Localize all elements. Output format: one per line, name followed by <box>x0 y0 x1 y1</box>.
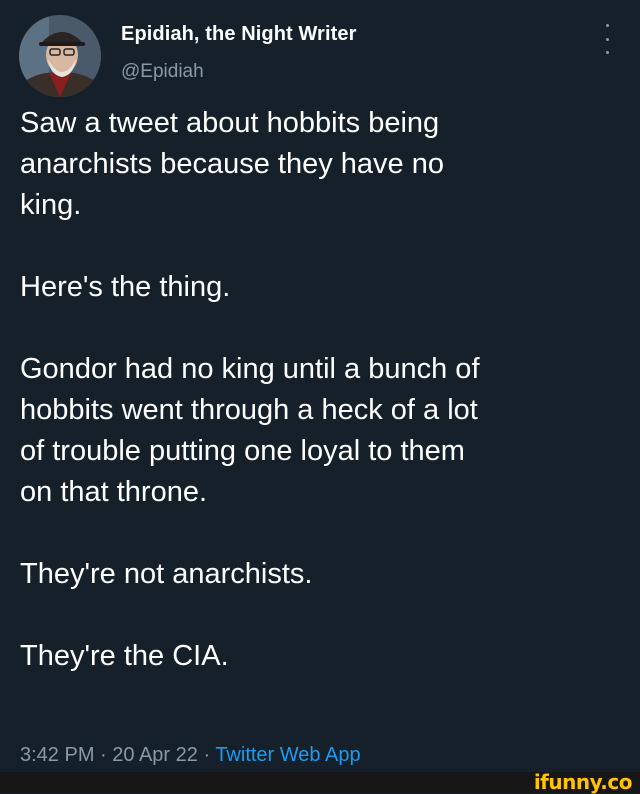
tweet-text: Saw a tweet about hobbits being anarchis… <box>20 103 620 677</box>
author-avatar[interactable] <box>19 15 101 97</box>
meta-separator: · <box>197 744 216 766</box>
tweet-meta: 3:42 PM · 20 Apr 22 · Twitter Web App <box>20 744 361 767</box>
tweet-paragraph: They're not anarchists. <box>20 558 313 590</box>
tweet-paragraph: They're the CIA. <box>20 640 229 672</box>
tweet-time[interactable]: 3:42 PM <box>20 744 94 766</box>
more-dot <box>605 51 609 54</box>
watermark-logo: ifunny.co <box>533 770 633 794</box>
tweet-date[interactable]: 20 Apr 22 <box>112 744 198 766</box>
author-handle[interactable]: @Epidiah <box>121 61 204 83</box>
tweet-source-link[interactable]: Twitter Web App <box>215 744 360 766</box>
tweet-paragraph: Here's the thing. <box>20 271 231 303</box>
tweet-card: Epidiah, the Night Writer @Epidiah Saw a… <box>0 0 640 794</box>
author-name[interactable]: Epidiah, the Night Writer <box>121 23 356 46</box>
profile-photo-icon <box>19 15 101 97</box>
more-options-icon[interactable] <box>600 24 614 54</box>
more-dot <box>605 37 609 41</box>
tweet-paragraph: Saw a tweet about hobbits being anarchis… <box>20 107 444 221</box>
tweet-paragraph: Gondor had no king until a bunch of hobb… <box>20 353 480 508</box>
meta-separator: · <box>94 744 113 766</box>
more-dot <box>605 24 609 27</box>
